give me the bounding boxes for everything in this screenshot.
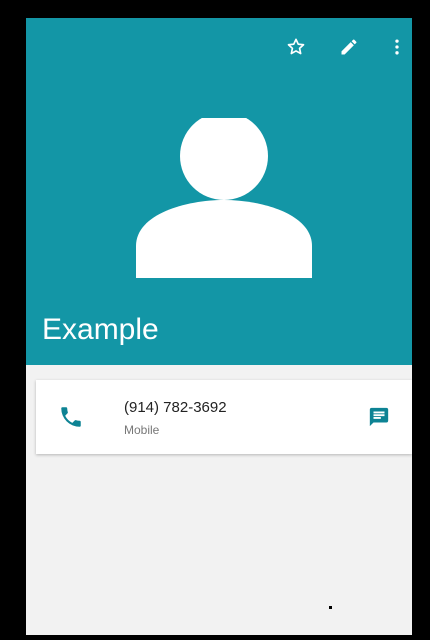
edit-icon (341, 39, 357, 55)
edit-button[interactable] (334, 32, 364, 62)
more-vert-icon (395, 39, 399, 55)
contact-detail-screen: Example (914) 782-3692 Mobile (26, 18, 412, 635)
phone-entry-card[interactable]: (914) 782-3692 Mobile (36, 380, 412, 454)
screen-dot (329, 606, 332, 609)
message-icon (369, 407, 389, 427)
contact-name: Example (42, 313, 159, 346)
person-icon (136, 118, 312, 278)
favorite-button[interactable] (281, 32, 311, 62)
more-options-button[interactable] (382, 32, 412, 62)
contact-header: Example (26, 18, 412, 365)
phone-number: (914) 782-3692 (124, 399, 227, 416)
phone-type-label: Mobile (124, 423, 160, 437)
send-message-button[interactable] (362, 400, 396, 434)
star-outline-icon (287, 38, 305, 55)
phone-icon (61, 407, 81, 427)
